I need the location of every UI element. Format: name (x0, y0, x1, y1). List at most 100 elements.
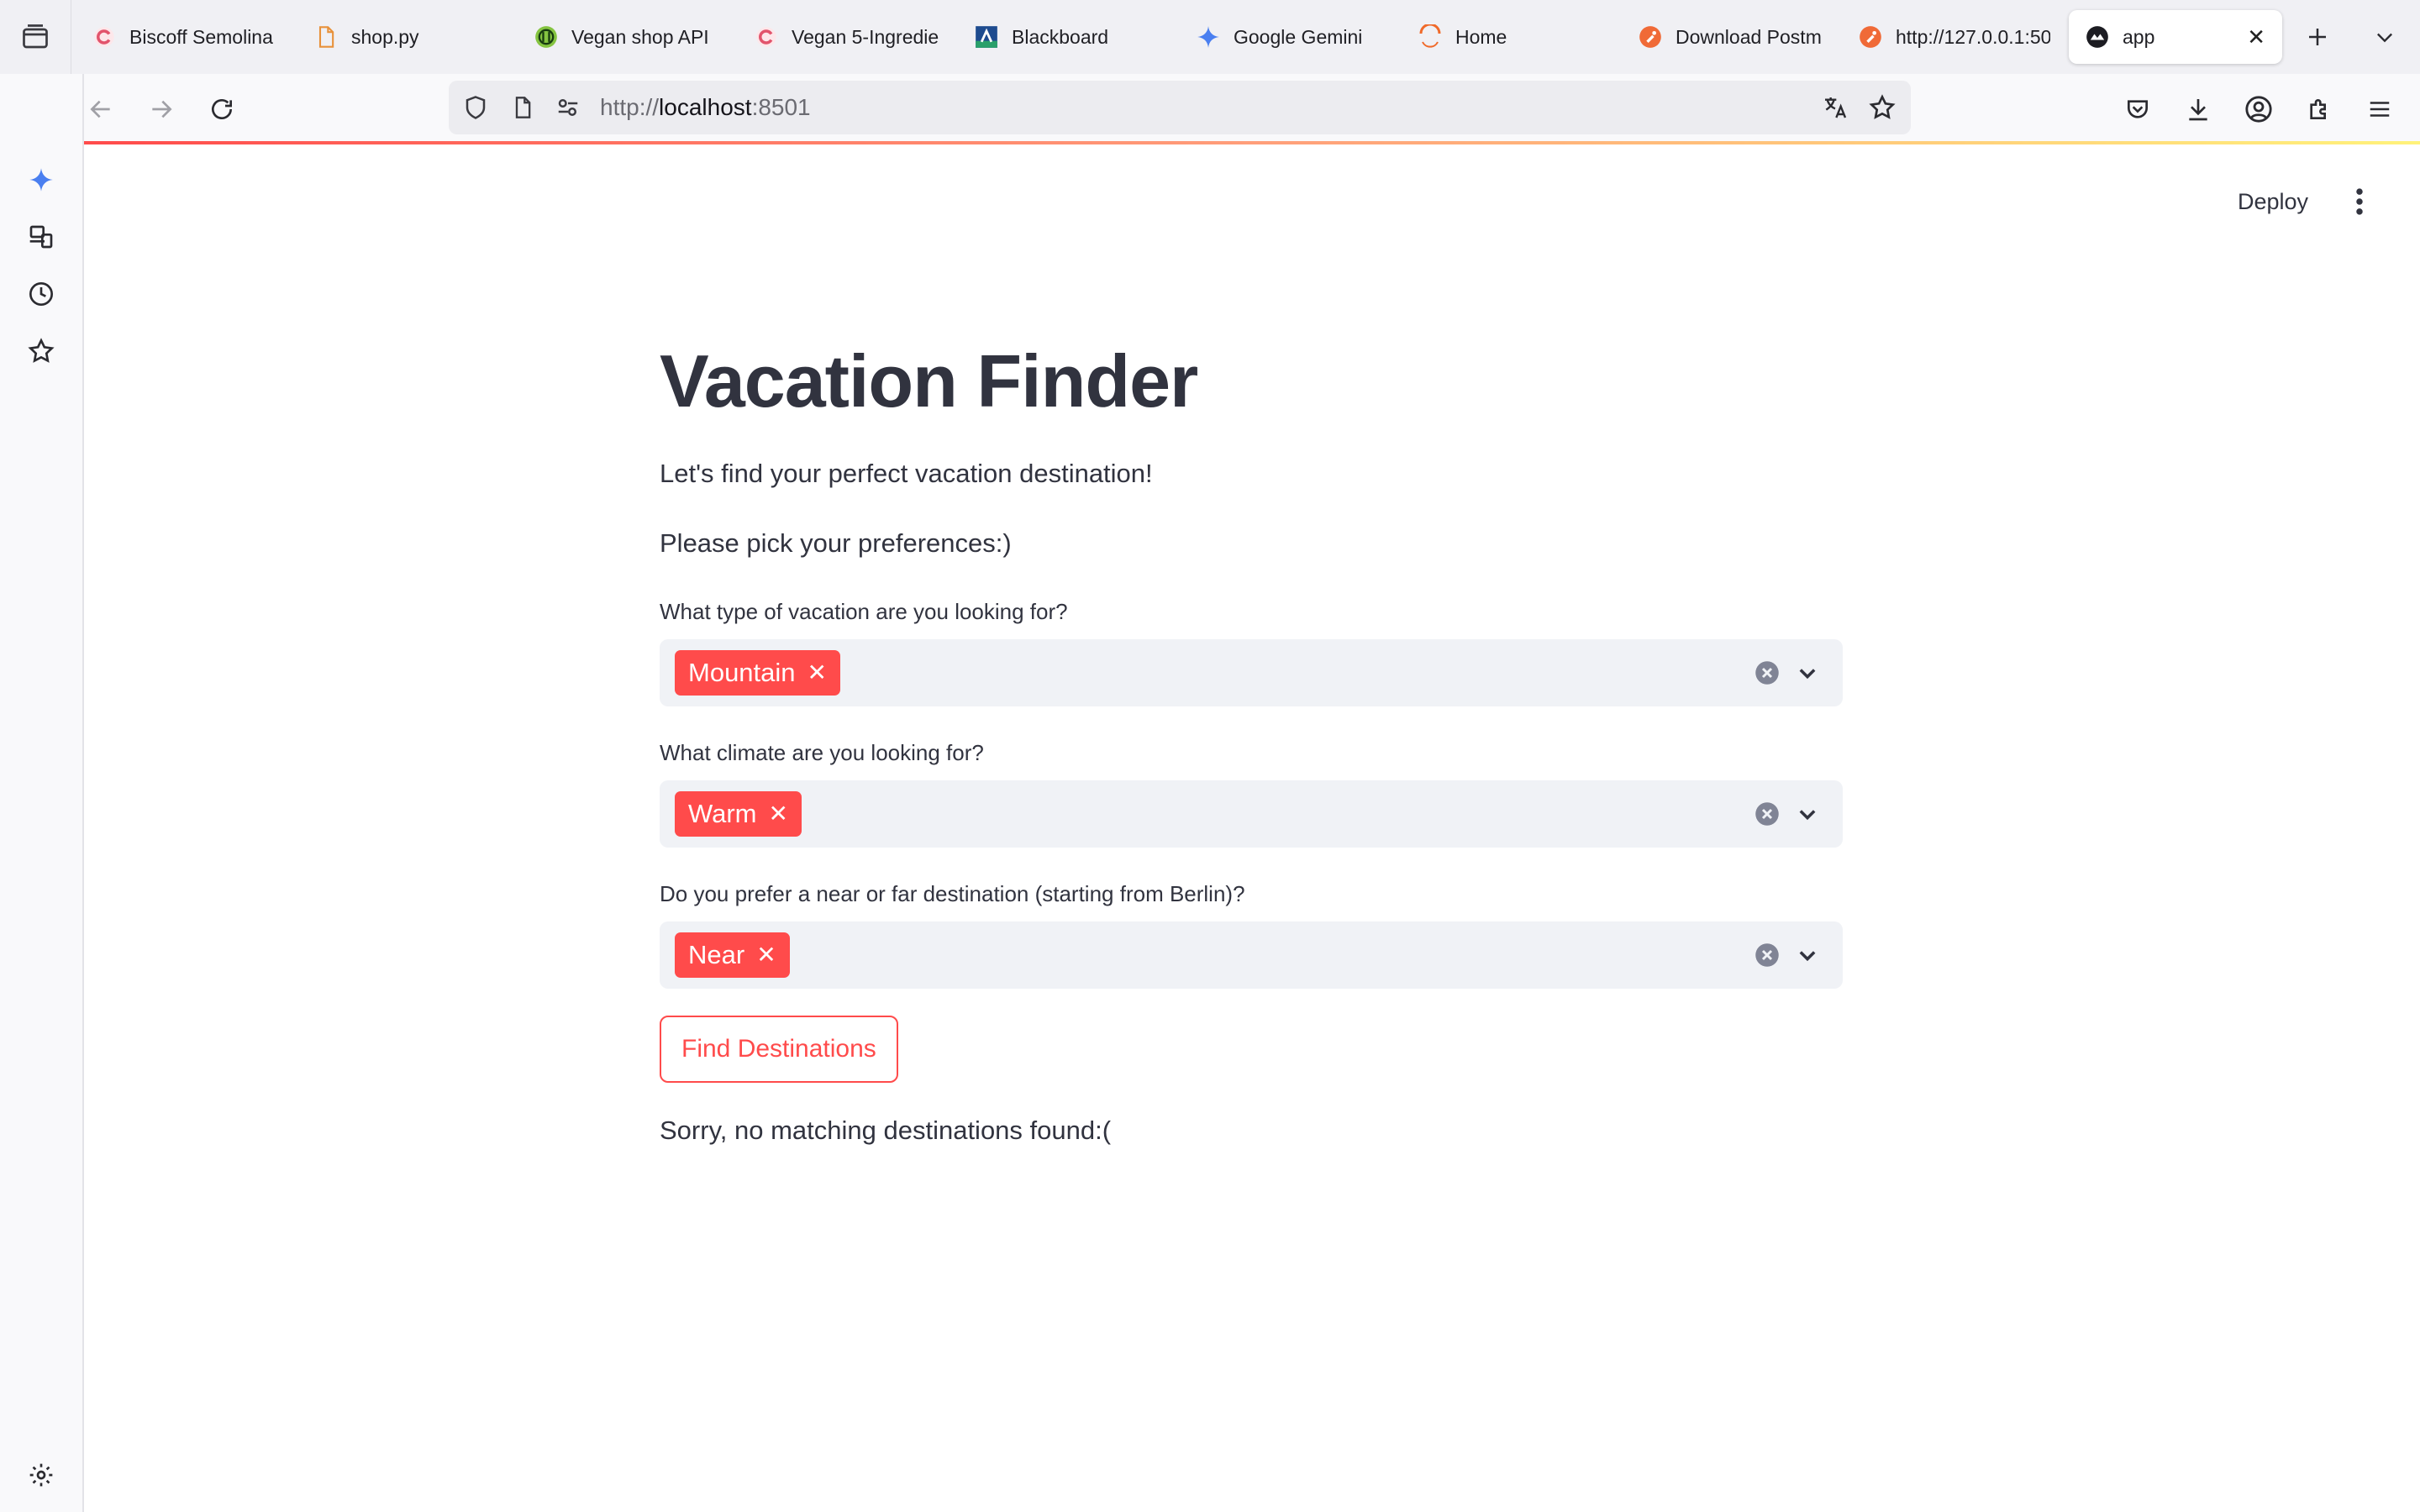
tab-home[interactable]: Home (1418, 10, 1553, 64)
selected-chip: Mountain ✕ (675, 650, 840, 696)
shield-icon[interactable] (462, 94, 489, 121)
tab-label: http://127.0.0.1:50 (1896, 25, 2050, 48)
arrow-right-icon (152, 100, 172, 118)
tab-label: Blackboard (1012, 25, 1109, 48)
gemini-icon (1197, 25, 1220, 49)
chip-label: Mountain (688, 658, 796, 687)
new-tab-button[interactable] (2299, 18, 2336, 55)
tab-biscoff[interactable]: Biscoff Semolina (92, 10, 277, 64)
tab-bar: Biscoff Semolina shop.py Vegan shop API … (0, 0, 2420, 75)
tab-label: Home (1455, 25, 1507, 48)
recipe-site-icon (755, 25, 778, 49)
deploy-button[interactable]: Deploy (2218, 175, 2328, 228)
tab-blackboard[interactable]: Blackboard (975, 10, 1143, 64)
pocket-button[interactable] (2116, 87, 2160, 131)
gear-icon (29, 1463, 53, 1487)
tab-label: Vegan shop API (571, 25, 709, 48)
tab-label: Download Postm (1676, 25, 1822, 48)
chip-remove-icon[interactable]: ✕ (756, 943, 776, 967)
downloads-button[interactable] (2176, 87, 2220, 131)
account-button[interactable] (2237, 87, 2281, 131)
streamlit-icon (2086, 25, 2109, 49)
tab-app-active[interactable]: app ✕ (2069, 10, 2282, 64)
tab-label: app (2123, 25, 2155, 48)
star-icon (28, 338, 55, 363)
forward-button[interactable] (139, 87, 183, 131)
synced-devices-icon (29, 225, 53, 249)
tab-shop-py[interactable]: shop.py (314, 10, 482, 64)
address-bar[interactable]: http://localhost:8501 (449, 81, 1911, 134)
chip-remove-icon[interactable]: ✕ (769, 802, 788, 826)
permissions-icon[interactable] (555, 94, 581, 121)
sparkle-icon (29, 168, 53, 192)
sidebar-history-button[interactable] (14, 267, 68, 321)
puzzle-icon (2310, 99, 2326, 119)
sidebar-synced-tabs-button[interactable] (14, 210, 68, 264)
translate-icon[interactable] (1822, 94, 1849, 121)
sidebar-bookmarks-button[interactable] (14, 324, 68, 378)
vacation-type-multiselect[interactable]: Mountain ✕ (660, 639, 1843, 706)
tabs-overview-icon (23, 24, 48, 49)
more-vertical-icon (2356, 188, 2363, 215)
distance-multiselect[interactable]: Near ✕ (660, 921, 1843, 989)
page-info-icon[interactable] (509, 94, 536, 121)
tab-label: shop.py (351, 25, 419, 48)
file-icon (314, 25, 338, 49)
intro-text: Let's find your perfect vacation destina… (660, 459, 1153, 488)
distance-label: Do you prefer a near or far destination … (660, 881, 1245, 906)
climate-label: What climate are you looking for? (660, 740, 984, 765)
tab-vegan-shop-api[interactable]: Vegan shop API (534, 10, 728, 64)
clear-all-icon[interactable] (1754, 801, 1781, 827)
clear-all-icon[interactable] (1754, 942, 1781, 969)
vacation-type-label: What type of vacation are you looking fo… (660, 599, 1068, 624)
back-button[interactable] (79, 87, 123, 131)
app-menu-button[interactable] (2358, 87, 2402, 131)
reload-icon (212, 99, 232, 119)
tab-vegan-5-ingredient[interactable]: Vegan 5-Ingredie (755, 10, 941, 64)
extensions-button[interactable] (2297, 87, 2341, 131)
climate-multiselect[interactable]: Warm ✕ (660, 780, 1843, 848)
selected-chip: Near ✕ (675, 932, 790, 978)
chevron-down-icon (2377, 33, 2392, 43)
chevron-down-icon[interactable] (1794, 801, 1821, 827)
prompt-text: Please pick your preferences:) (660, 528, 1012, 558)
blackboard-icon (975, 25, 998, 49)
list-all-tabs-button[interactable] (2366, 18, 2403, 55)
sidebar-settings-button[interactable] (14, 1448, 68, 1502)
postman-icon (1859, 25, 1882, 49)
postman-icon (1639, 25, 1662, 49)
tab-google-gemini[interactable]: Google Gemini (1197, 10, 1390, 64)
home-arc-icon (1418, 24, 1442, 49)
browser-sidebar (0, 74, 84, 1512)
tab-label: Google Gemini (1234, 25, 1363, 48)
sidebar-ai-chat-button[interactable] (14, 153, 68, 207)
chevron-down-icon[interactable] (1794, 942, 1821, 969)
hamburger-menu-icon (2370, 102, 2390, 117)
reload-button[interactable] (200, 87, 244, 131)
tab-download-postman[interactable]: Download Postm (1639, 10, 1825, 64)
chevron-down-icon[interactable] (1794, 659, 1821, 686)
chip-remove-icon[interactable]: ✕ (808, 661, 827, 685)
page-title: Vacation Finder (660, 339, 1198, 423)
account-icon (2245, 96, 2272, 123)
clock-icon (29, 282, 53, 306)
tab-label: Vegan 5-Ingredie (792, 25, 939, 48)
clear-all-icon[interactable] (1754, 659, 1781, 686)
tab-close-icon[interactable]: ✕ (2247, 24, 2265, 50)
selected-chip: Warm ✕ (675, 791, 802, 837)
tab-localhost-127[interactable]: http://127.0.0.1:50 (1859, 10, 2050, 64)
download-icon (2189, 99, 2207, 121)
arrow-left-icon (90, 100, 110, 118)
chip-label: Warm (688, 799, 757, 828)
api-globe-icon (534, 25, 558, 49)
tab-overview-button[interactable] (0, 0, 71, 74)
recipe-site-icon (92, 25, 116, 49)
find-destinations-button[interactable]: Find Destinations (660, 1016, 898, 1083)
main-menu-button[interactable] (2343, 181, 2376, 222)
chip-label: Near (688, 940, 745, 969)
result-message: Sorry, no matching destinations found:( (660, 1116, 1112, 1145)
tab-label: Biscoff Semolina (129, 25, 273, 48)
plus-icon (2309, 29, 2326, 45)
url-text[interactable]: http://localhost:8501 (600, 94, 811, 121)
bookmark-star-icon[interactable] (1869, 94, 1896, 121)
